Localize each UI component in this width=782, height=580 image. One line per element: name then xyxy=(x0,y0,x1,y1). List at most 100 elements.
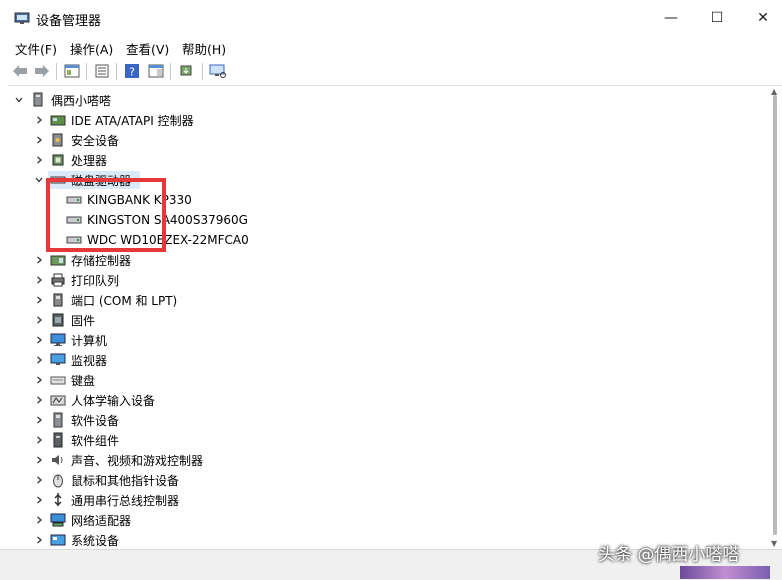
network-adapter-icon xyxy=(50,512,66,528)
chevron-right-icon[interactable] xyxy=(32,533,46,547)
help-button[interactable]: ? xyxy=(122,62,142,80)
chevron-right-icon[interactable] xyxy=(32,333,46,347)
firmware-icon xyxy=(50,312,66,328)
chevron-right-icon[interactable] xyxy=(32,373,46,387)
tree-category-label: 安全设备 xyxy=(71,133,120,148)
chevron-right-icon[interactable] xyxy=(32,293,46,307)
chevron-right-icon[interactable] xyxy=(32,253,46,267)
chevron-right-icon[interactable] xyxy=(32,433,46,447)
menu-view[interactable]: 查看(V) xyxy=(126,39,169,58)
tree-category-17[interactable]: 网络适配器 xyxy=(32,510,131,530)
show-hide-tree-button[interactable] xyxy=(62,62,82,80)
tree-category-9[interactable]: 监视器 xyxy=(32,350,107,370)
properties-button[interactable] xyxy=(92,62,112,80)
maximize-icon: ☐ xyxy=(710,10,724,26)
scroll-thumb[interactable] xyxy=(773,95,777,535)
device-manager-icon xyxy=(14,11,30,25)
action-pane-icon xyxy=(148,64,164,78)
chevron-right-icon[interactable] xyxy=(32,473,46,487)
toolbar-separator xyxy=(202,63,203,80)
close-button[interactable]: ✕ xyxy=(740,0,782,36)
menu-file[interactable]: 文件(F) xyxy=(15,39,57,58)
chevron-right-icon[interactable] xyxy=(32,273,46,287)
close-icon: ✕ xyxy=(757,10,769,26)
tree-category-0[interactable]: IDE ATA/ATAPI 控制器 xyxy=(32,110,194,130)
tree-category-18[interactable]: 系统设备 xyxy=(32,530,119,549)
back-arrow-icon xyxy=(13,65,27,77)
tree-category-label: 处理器 xyxy=(71,153,108,168)
tree-category-14[interactable]: 声音、视频和游戏控制器 xyxy=(32,450,203,470)
chevron-right-icon[interactable] xyxy=(32,393,46,407)
toolbar: ? xyxy=(0,58,782,86)
chevron-down-icon[interactable] xyxy=(32,173,46,187)
window-title: 设备管理器 xyxy=(36,14,102,29)
window-left-edge xyxy=(0,85,8,551)
tree-category-10[interactable]: 键盘 xyxy=(32,370,95,390)
tree-category-label: 网络适配器 xyxy=(71,513,132,528)
scroll-down-icon[interactable]: ▼ xyxy=(771,539,777,548)
back-button[interactable] xyxy=(10,62,30,80)
processor-icon xyxy=(50,152,66,168)
desktop-background-strip xyxy=(680,566,770,579)
toolbar-separator xyxy=(170,63,171,80)
tree-category-16[interactable]: 通用串行总线控制器 xyxy=(32,490,179,510)
toolbar-separator xyxy=(116,63,117,80)
tree-category-4[interactable]: 存储控制器 xyxy=(32,250,131,270)
menu-help[interactable]: 帮助(H) xyxy=(182,39,226,58)
maximize-button[interactable]: ☐ xyxy=(694,0,740,36)
tree-root[interactable]: 偶西小嗒嗒 xyxy=(12,90,111,110)
tree-category-12[interactable]: 软件设备 xyxy=(32,410,119,430)
tree-category-label: 存储控制器 xyxy=(71,253,132,268)
svg-text:?: ? xyxy=(129,66,135,79)
action-view-button[interactable] xyxy=(146,62,166,80)
tree-category-7[interactable]: 固件 xyxy=(32,310,95,330)
usb-icon xyxy=(50,492,66,508)
console-tree-icon xyxy=(64,64,80,78)
tree-category-label: 系统设备 xyxy=(71,533,120,548)
mouse-icon xyxy=(50,472,66,488)
title-bar: 设备管理器 — ☐ ✕ xyxy=(0,0,782,36)
tree-root-label: 偶西小嗒嗒 xyxy=(51,93,112,108)
minimize-button[interactable]: — xyxy=(648,0,694,36)
tree-category-6[interactable]: 端口 (COM 和 LPT) xyxy=(32,290,177,310)
forward-button[interactable] xyxy=(32,62,52,80)
tree-category-5[interactable]: 打印队列 xyxy=(32,270,119,290)
ide-controller-icon xyxy=(50,112,66,128)
scan-hardware-button[interactable] xyxy=(208,62,228,80)
tree-category-label: 固件 xyxy=(71,313,96,328)
tree-category-label: 通用串行总线控制器 xyxy=(71,493,180,508)
chevron-right-icon[interactable] xyxy=(32,353,46,367)
chevron-right-icon[interactable] xyxy=(32,313,46,327)
chevron-right-icon[interactable] xyxy=(32,453,46,467)
chevron-right-icon[interactable] xyxy=(32,153,46,167)
tree-category-15[interactable]: 鼠标和其他指针设备 xyxy=(32,470,179,490)
keyboard-icon xyxy=(50,372,66,388)
hid-icon xyxy=(50,392,66,408)
chevron-right-icon[interactable] xyxy=(32,413,46,427)
monitor-icon xyxy=(50,352,66,368)
tree-category-label: 监视器 xyxy=(71,353,108,368)
update-driver-button[interactable] xyxy=(176,62,196,80)
tree-category-2[interactable]: 处理器 xyxy=(32,150,107,170)
chevron-right-icon[interactable] xyxy=(32,493,46,507)
tree-category-label: 软件设备 xyxy=(71,413,120,428)
software-component-icon xyxy=(50,432,66,448)
tree-category-label: 软件组件 xyxy=(71,433,120,448)
tree-category-11[interactable]: 人体学输入设备 xyxy=(32,390,155,410)
security-device-icon xyxy=(50,132,66,148)
tree-category-label: 人体学输入设备 xyxy=(71,393,156,408)
watermark: 头条 @偶西小嗒嗒 xyxy=(598,545,740,565)
chevron-right-icon[interactable] xyxy=(32,513,46,527)
chevron-down-icon[interactable] xyxy=(12,93,26,107)
tree-category-label: 声音、视频和游戏控制器 xyxy=(71,453,204,468)
chevron-right-icon[interactable] xyxy=(32,133,46,147)
tree-category-1[interactable]: 安全设备 xyxy=(32,130,119,150)
menu-action[interactable]: 操作(A) xyxy=(70,39,113,58)
help-icon: ? xyxy=(125,64,139,79)
sound-icon xyxy=(50,452,66,468)
chevron-right-icon[interactable] xyxy=(32,113,46,127)
port-icon xyxy=(50,292,66,308)
vertical-scrollbar[interactable]: ▲ ▼ xyxy=(768,87,782,549)
tree-category-8[interactable]: 计算机 xyxy=(32,330,107,350)
tree-category-13[interactable]: 软件组件 xyxy=(32,430,119,450)
